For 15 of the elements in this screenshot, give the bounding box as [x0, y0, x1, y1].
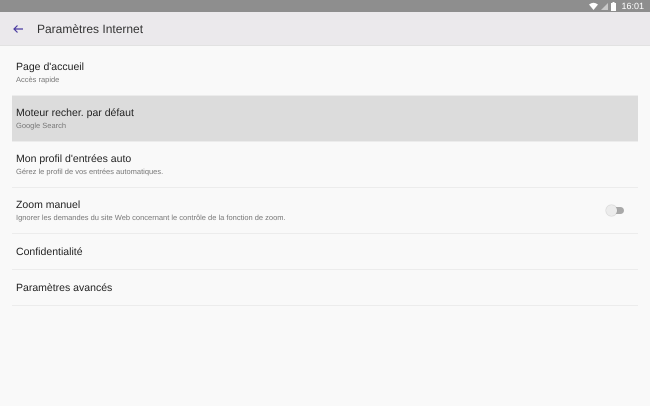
settings-item[interactable]: Confidentialité [12, 234, 638, 270]
toggle-switch[interactable] [608, 207, 624, 214]
item-title: Moteur recher. par défaut [16, 107, 134, 119]
item-title: Zoom manuel [16, 199, 82, 211]
item-title: Mon profil d'entrées auto [16, 153, 132, 165]
back-arrow-icon[interactable] [13, 24, 23, 32]
signal-icon [601, 2, 608, 10]
item-title: Confidentialité [16, 246, 83, 258]
item-title: Paramètres avancés [16, 282, 112, 294]
clock: 16:01 [621, 0, 644, 12]
screen-title: Paramètres Internet [37, 22, 144, 36]
battery-icon [611, 2, 616, 10]
wifi-icon [589, 2, 598, 10]
settings-item[interactable]: Paramètres avancés [12, 270, 638, 306]
item-title: Page d'accueil [16, 61, 84, 73]
